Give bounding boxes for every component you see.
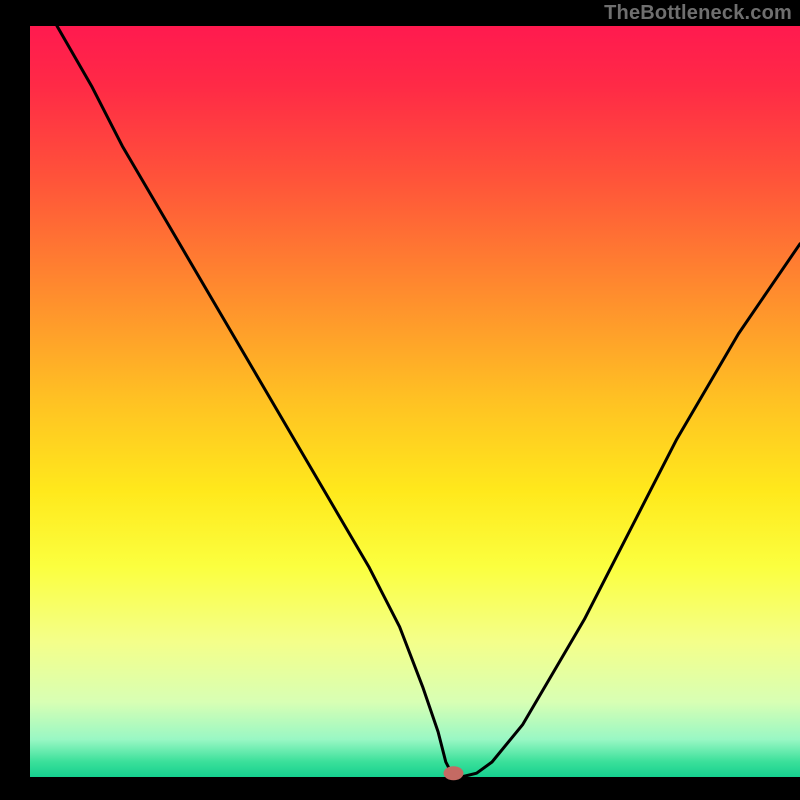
optimal-marker bbox=[444, 766, 464, 780]
watermark-label: TheBottleneck.com bbox=[604, 2, 792, 25]
chart-container: TheBottleneck.com bbox=[0, 0, 800, 800]
bottleneck-chart bbox=[0, 0, 800, 800]
